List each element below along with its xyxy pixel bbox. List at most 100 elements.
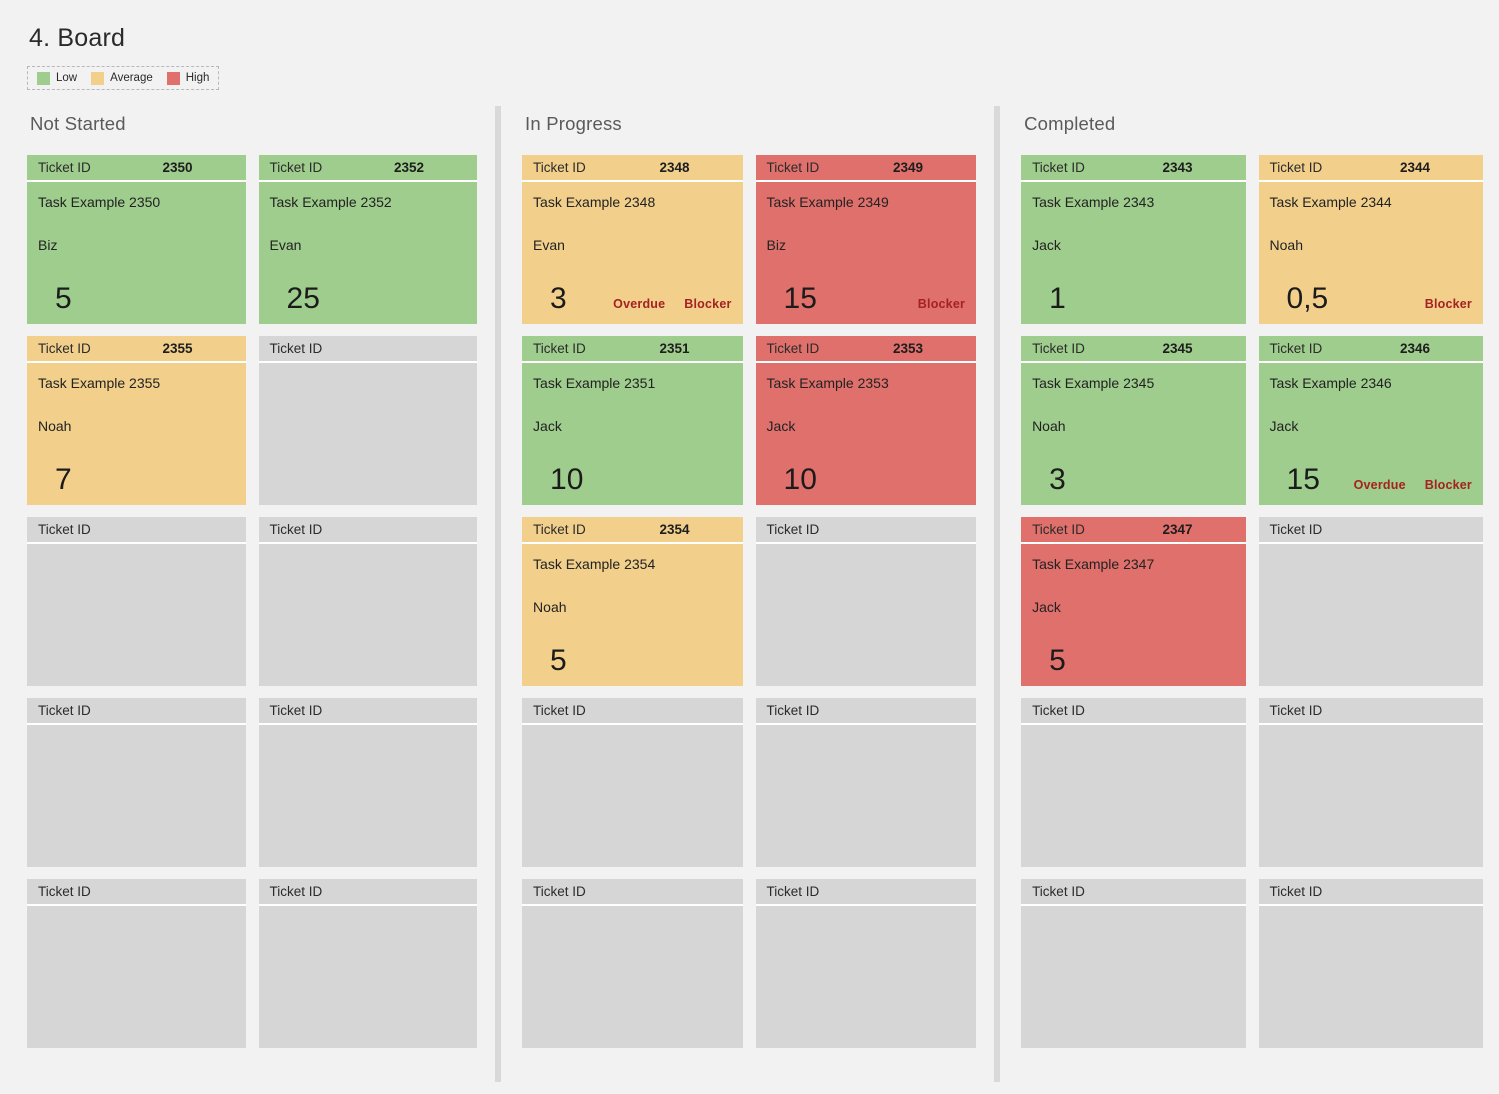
card-header: Ticket ID 2350 [27,155,246,182]
card-body: Task Example 2350 Biz 5 [27,182,246,324]
legend-swatch-icon [91,71,105,85]
assignee-name: Noah [1269,237,1303,253]
ticket-card[interactable]: Ticket ID 2355 Task Example 2355 Noah 7 [27,336,246,505]
ticket-id-label: Ticket ID [766,160,820,175]
card-header: Ticket ID [258,517,478,544]
ticket-card[interactable]: Ticket ID 2349 Task Example 2349 Biz 15 Block… [755,155,977,324]
card-header: Ticket ID 2348 [522,155,743,182]
blocker-badge: Blocker [1424,297,1472,311]
ticket-id-label: Ticket ID [533,522,586,537]
card-body [259,544,478,686]
ticket-id-label: Ticket ID [38,884,91,899]
ticket-id-label: Ticket ID [1269,884,1323,899]
metric-row: 25 [270,284,467,314]
ticket-id-label: Ticket ID [269,160,323,175]
ticket-id-value: 2343 [1162,160,1193,175]
ticket-id-value: 2346 [1399,341,1430,356]
assignee-name: Evan [533,237,565,253]
ticket-card[interactable]: Ticket ID 2352 Task Example 2352 Evan 25 [258,155,478,324]
empty-card-placeholder[interactable]: Ticket ID [522,698,743,867]
effort-value: 15 [783,282,817,315]
ticket-id-value: 2349 [893,160,924,175]
ticket-id-label: Ticket ID [1032,884,1085,899]
card-header: Ticket ID 2343 [1021,155,1246,182]
task-name: Task Example 2346 [1269,375,1392,391]
legend-item: Average [91,71,153,85]
assignee-name: Jack [533,418,562,434]
card-body [27,906,246,1048]
empty-card-placeholder[interactable]: Ticket ID [27,879,246,1048]
card-header: Ticket ID 2351 [522,336,743,363]
card-grid: Ticket ID 2348 Task Example 2348 Evan 3 Overd… [522,155,977,1048]
ticket-id-value: 2351 [659,341,690,356]
ticket-card[interactable]: Ticket ID 2346 Task Example 2346 Jack 15 Over… [1258,336,1483,505]
legend-item: Low [37,71,77,85]
ticket-card[interactable]: Ticket ID 2344 Task Example 2344 Noah 0,5 Blo… [1258,155,1483,324]
ticket-card[interactable]: Ticket ID 2351 Task Example 2351 Jack 10 [522,336,743,505]
legend-swatch-icon [37,71,50,85]
card-header: Ticket ID [522,879,743,906]
empty-card-placeholder[interactable]: Ticket ID [258,879,478,1048]
empty-card-placeholder[interactable]: Ticket ID [755,698,977,867]
card-header: Ticket ID 2345 [1021,336,1246,363]
empty-card-placeholder[interactable]: Ticket ID [1258,517,1483,686]
ticket-id-label: Ticket ID [533,884,586,899]
ticket-id-label: Ticket ID [1032,703,1085,718]
ticket-card[interactable]: Ticket ID 2354 Task Example 2354 Noah 5 [522,517,743,686]
assignee-name: Jack [1032,237,1061,253]
ticket-card[interactable]: Ticket ID 2350 Task Example 2350 Biz 5 [27,155,246,324]
empty-card-placeholder[interactable]: Ticket ID [755,879,977,1048]
empty-card-placeholder[interactable]: Ticket ID [755,517,977,686]
task-name: Task Example 2345 [1032,375,1155,391]
card-header: Ticket ID [1258,698,1483,725]
empty-card-placeholder[interactable]: Ticket ID [1258,879,1483,1048]
card-body: Task Example 2355 Noah 7 [27,363,246,505]
card-body [1259,906,1483,1048]
card-body [756,725,977,867]
legend-swatch-icon [166,71,180,85]
task-name: Task Example 2344 [1269,194,1392,210]
metric-row: 3 Overdue Blocker [533,284,732,314]
card-header: Ticket ID [1258,517,1483,544]
page-title: 4. Board [29,24,126,52]
assignee-name: Noah [533,599,567,615]
empty-card-placeholder[interactable]: Ticket ID [258,698,478,867]
card-body: Task Example 2343 Jack 1 [1021,182,1245,324]
card-header: Ticket ID 2352 [258,155,478,182]
empty-card-placeholder[interactable]: Ticket ID [1258,698,1483,867]
empty-card-placeholder[interactable]: Ticket ID [258,517,478,686]
card-header: Ticket ID 2353 [755,336,977,363]
ticket-card[interactable]: Ticket ID 2353 Task Example 2353 Jack 10 [755,336,977,505]
effort-value: 25 [286,282,320,315]
card-header: Ticket ID [1021,879,1246,906]
status-flags: Blocker [1425,297,1472,311]
card-body [756,906,977,1048]
empty-card-placeholder[interactable]: Ticket ID [522,879,743,1048]
metric-row: 15 Overdue Blocker [1270,465,1472,495]
effort-value: 5 [550,644,567,677]
ticket-card[interactable]: Ticket ID 2345 Task Example 2345 Noah 3 [1021,336,1246,505]
ticket-id-label: Ticket ID [766,703,820,718]
ticket-id-value: 2348 [659,160,690,175]
metric-row: 5 [533,646,732,676]
ticket-id-label: Ticket ID [766,341,820,356]
empty-card-placeholder[interactable]: Ticket ID [1021,698,1246,867]
ticket-id-value: 2354 [659,522,690,537]
task-name: Task Example 2353 [766,375,889,391]
metric-row: 15 Blocker [767,284,966,314]
card-header: Ticket ID [258,879,478,906]
metric-row: 0,5 Blocker [1270,284,1472,314]
card-header: Ticket ID 2349 [755,155,977,182]
empty-card-placeholder[interactable]: Ticket ID [258,336,478,505]
ticket-id-label: Ticket ID [533,703,586,718]
ticket-card[interactable]: Ticket ID 2347 Task Example 2347 Jack 5 [1021,517,1246,686]
empty-card-placeholder[interactable]: Ticket ID [1021,879,1246,1048]
metric-row: 10 [533,465,732,495]
legend-label: High [185,72,210,84]
empty-card-placeholder[interactable]: Ticket ID [27,698,246,867]
ticket-card[interactable]: Ticket ID 2343 Task Example 2343 Jack 1 [1021,155,1246,324]
empty-card-placeholder[interactable]: Ticket ID [27,517,246,686]
card-header: Ticket ID [755,879,977,906]
ticket-id-value: 2355 [162,341,193,356]
ticket-card[interactable]: Ticket ID 2348 Task Example 2348 Evan 3 Overd… [522,155,743,324]
